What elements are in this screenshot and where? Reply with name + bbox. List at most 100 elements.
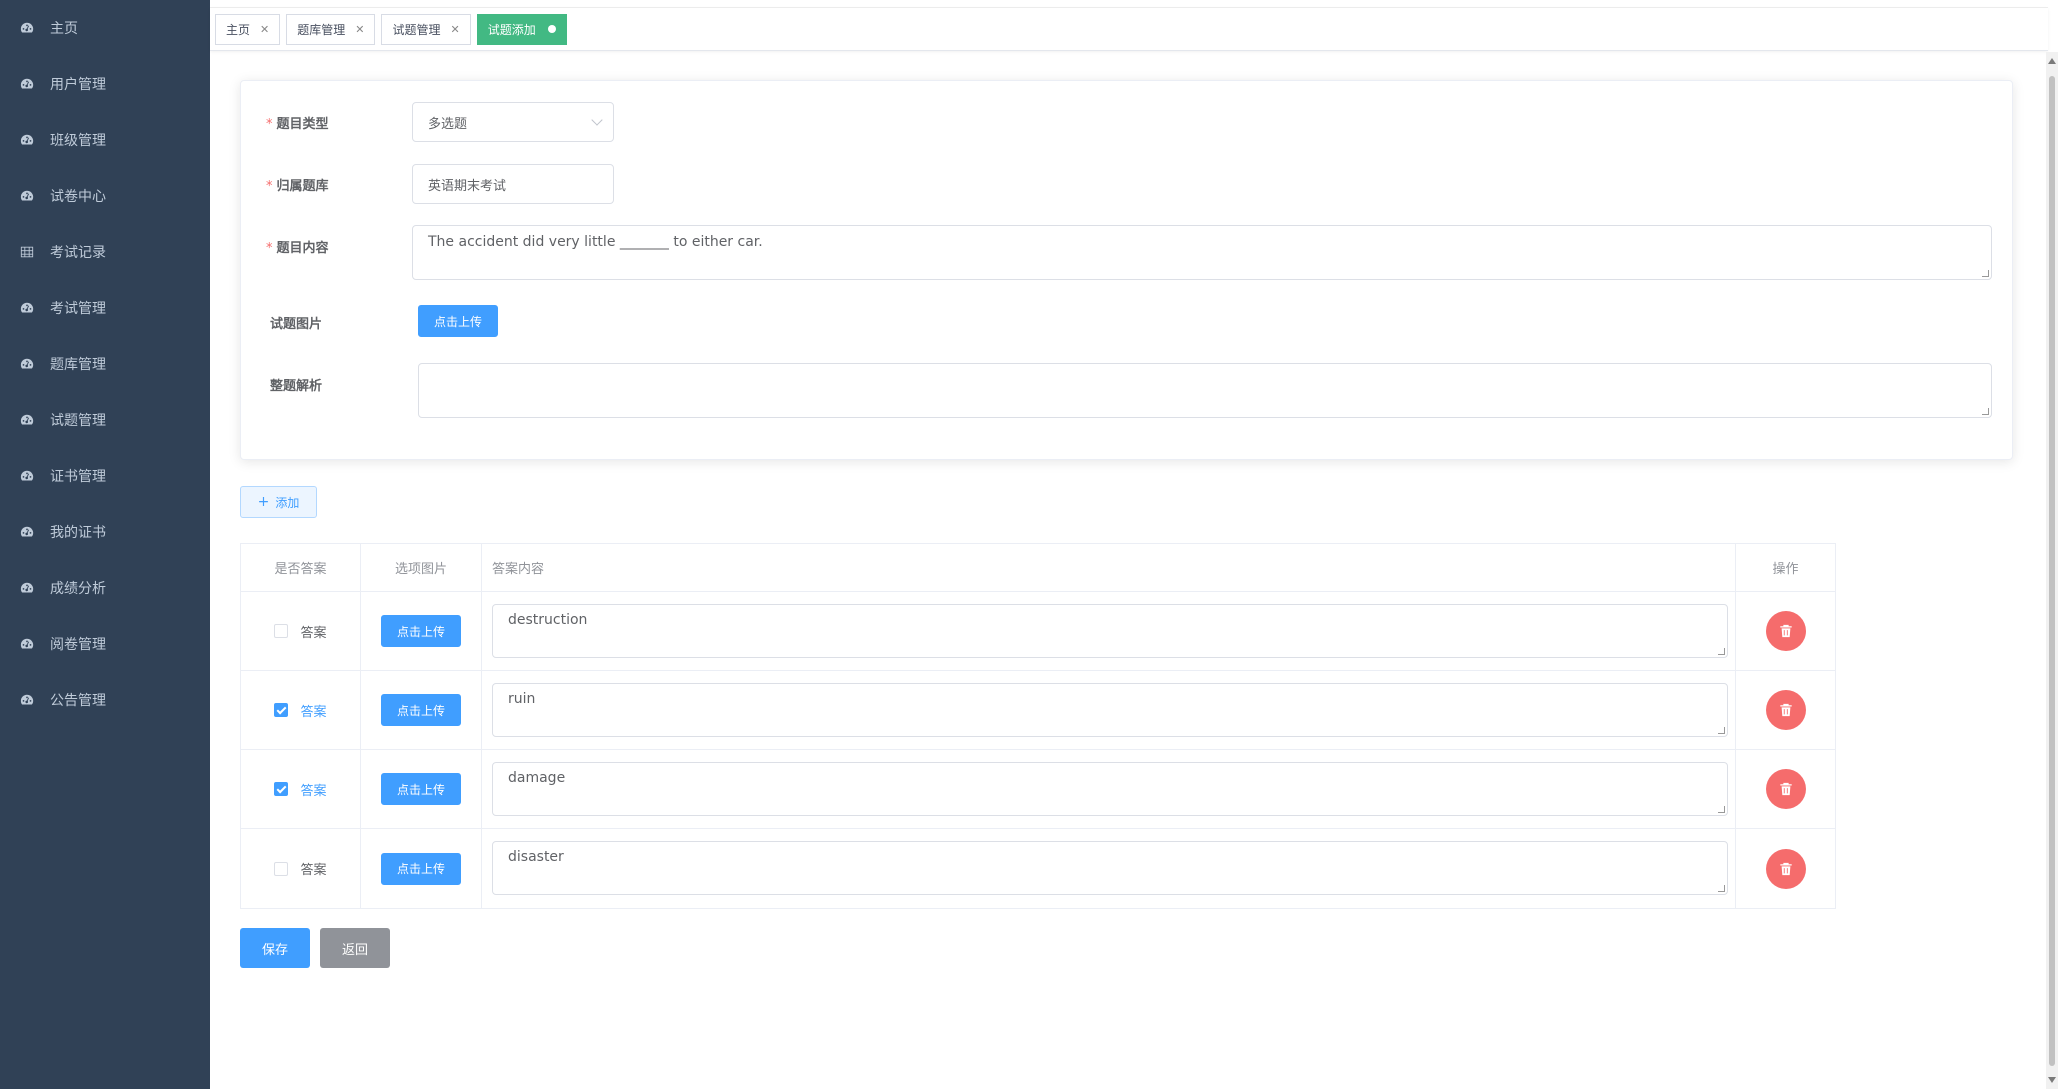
required-asterisk: *: [266, 117, 273, 132]
answer-checkbox[interactable]: [274, 782, 289, 796]
sidebar-item-question-bank[interactable]: 题库管理: [0, 336, 210, 392]
sidebar-item-classes[interactable]: 班级管理: [0, 112, 210, 168]
page-scrollbar[interactable]: [2046, 52, 2058, 1089]
option-image-cell: 点击上传: [361, 750, 482, 828]
upload-option-image-button[interactable]: 点击上传: [381, 773, 461, 805]
upload-question-image-button[interactable]: 点击上传: [418, 305, 498, 337]
active-dot-icon: [547, 25, 556, 33]
sidebar-item-exam-management[interactable]: 考试管理: [0, 280, 210, 336]
question-form-card: * 题目类型 多选题 * 归属题库 英语期末考试 * 题目内容 The acciden…: [240, 80, 2013, 460]
question-type-select[interactable]: 多选题: [412, 102, 614, 142]
label-text: 题目类型: [276, 117, 329, 132]
resize-handle-icon[interactable]: [1718, 885, 1725, 892]
answer-content-cell: damage: [482, 750, 1736, 828]
checkbox-label: 答案: [300, 625, 327, 641]
question-bank-input[interactable]: 英语期末考试: [412, 164, 614, 204]
upload-option-image-button[interactable]: 点击上传: [381, 694, 461, 726]
label-text: 归属题库: [276, 179, 329, 194]
sidebar-item-announcements[interactable]: 公告管理: [0, 672, 210, 728]
answer-checkbox-cell[interactable]: 答案: [241, 592, 361, 670]
answer-content-textarea[interactable]: disaster: [492, 841, 1728, 895]
button-label: 点击上传: [396, 782, 445, 797]
scroll-thumb[interactable]: [2049, 76, 2055, 1066]
sidebar-item-questions[interactable]: 试题管理: [0, 392, 210, 448]
sidebar-item-label: 考试管理: [50, 301, 106, 317]
option-image-cell: 点击上传: [361, 829, 482, 908]
answer-checkbox-cell[interactable]: 答案: [241, 671, 361, 749]
question-content-textarea[interactable]: The accident did very little _______ to …: [412, 225, 1992, 280]
answer-checkbox[interactable]: [274, 861, 289, 876]
close-icon[interactable]: ✕: [260, 23, 269, 36]
tag-label: 试题添加: [487, 22, 536, 37]
sidebar-item-label: 试题管理: [50, 413, 106, 429]
delete-option-button[interactable]: [1765, 848, 1806, 889]
plus-icon: +: [257, 494, 270, 510]
sidebar-item-label: 考试记录: [50, 245, 106, 261]
delete-option-button[interactable]: [1765, 769, 1806, 809]
sidebar-item-paper-center[interactable]: 试卷中心: [0, 168, 210, 224]
upload-option-image-button[interactable]: 点击上传: [381, 852, 461, 885]
answer-checkbox-cell[interactable]: 答案: [241, 750, 361, 828]
sidebar-item-home[interactable]: 主页: [0, 0, 210, 56]
back-button[interactable]: 返回: [320, 928, 390, 968]
answer-content-textarea[interactable]: damage: [492, 762, 1728, 816]
add-option-button[interactable]: + 添加: [240, 486, 317, 518]
checkbox-label: 答案: [300, 863, 327, 878]
sidebar-item-users[interactable]: 用户管理: [0, 56, 210, 112]
tag-question-add[interactable]: 试题添加: [476, 13, 567, 45]
answer-content-textarea[interactable]: destruction: [492, 604, 1728, 658]
dashboard-icon: [20, 357, 34, 371]
textarea-value: destruction: [508, 612, 588, 628]
delete-option-button[interactable]: [1765, 611, 1806, 651]
table-row: 答案 点击上传 damage: [241, 750, 1835, 829]
sidebar: 主页 用户管理 班级管理 试卷中心 考试记录 考试管理 题库管理 试题管理 证书…: [0, 0, 210, 1089]
sidebar-item-grading[interactable]: 阅卷管理: [0, 616, 210, 672]
resize-handle-icon[interactable]: [1718, 806, 1725, 813]
save-button[interactable]: 保存: [240, 928, 310, 968]
answer-checkbox[interactable]: [274, 624, 289, 638]
resize-handle-icon[interactable]: [1718, 727, 1725, 734]
label-text: 试题图片: [270, 317, 323, 332]
sidebar-item-score-analysis[interactable]: 成绩分析: [0, 560, 210, 616]
required-asterisk: *: [266, 179, 273, 194]
button-label: 点击上传: [396, 624, 445, 639]
tag-home[interactable]: 主页 ✕: [215, 13, 281, 45]
top-navbar: [210, 0, 2048, 8]
tags-view: 主页 ✕ 题库管理 ✕ 试题管理 ✕ 试题添加: [210, 8, 2048, 51]
option-image-cell: 点击上传: [361, 671, 482, 749]
tag-question-bank[interactable]: 题库管理 ✕: [286, 13, 376, 45]
trash-icon: [1779, 624, 1792, 638]
table-header: 是否答案 选项图片 答案内容 操作: [241, 544, 1835, 592]
sidebar-item-certificates[interactable]: 证书管理: [0, 448, 210, 504]
close-icon[interactable]: ✕: [450, 23, 459, 36]
resize-handle-icon[interactable]: [1982, 408, 1989, 415]
resize-handle-icon[interactable]: [1718, 648, 1725, 655]
delete-option-button[interactable]: [1765, 690, 1806, 730]
upload-option-image-button[interactable]: 点击上传: [381, 615, 461, 647]
answer-checkbox-cell[interactable]: 答案: [241, 829, 361, 908]
table-row: 答案 点击上传 disaster: [241, 829, 1835, 908]
sidebar-item-label: 班级管理: [50, 133, 106, 149]
actions-cell: [1736, 592, 1835, 670]
actions-cell: [1736, 750, 1835, 828]
answer-content-textarea[interactable]: ruin: [492, 683, 1728, 737]
question-bank-label: * 归属题库: [266, 175, 329, 194]
tag-questions[interactable]: 试题管理 ✕: [381, 13, 471, 45]
scroll-down-arrow-icon[interactable]: [2048, 1077, 2056, 1083]
sidebar-item-label: 证书管理: [50, 469, 106, 485]
header-is-answer: 是否答案: [241, 544, 361, 591]
question-type-label: * 题目类型: [266, 113, 329, 132]
dashboard-icon: [20, 469, 34, 483]
sidebar-item-exam-records[interactable]: 考试记录: [0, 224, 210, 280]
dashboard-icon: [20, 21, 34, 35]
label-text: 题目内容: [276, 241, 329, 256]
button-label: 点击上传: [433, 314, 482, 329]
analysis-textarea[interactable]: [418, 363, 1992, 418]
scroll-up-arrow-icon[interactable]: [2048, 58, 2056, 64]
resize-handle-icon[interactable]: [1982, 270, 1989, 277]
sidebar-item-label: 主页: [50, 21, 78, 37]
close-icon[interactable]: ✕: [355, 23, 364, 36]
dashboard-icon: [20, 525, 34, 539]
answer-checkbox[interactable]: [274, 703, 289, 717]
sidebar-item-my-certificates[interactable]: 我的证书: [0, 504, 210, 560]
